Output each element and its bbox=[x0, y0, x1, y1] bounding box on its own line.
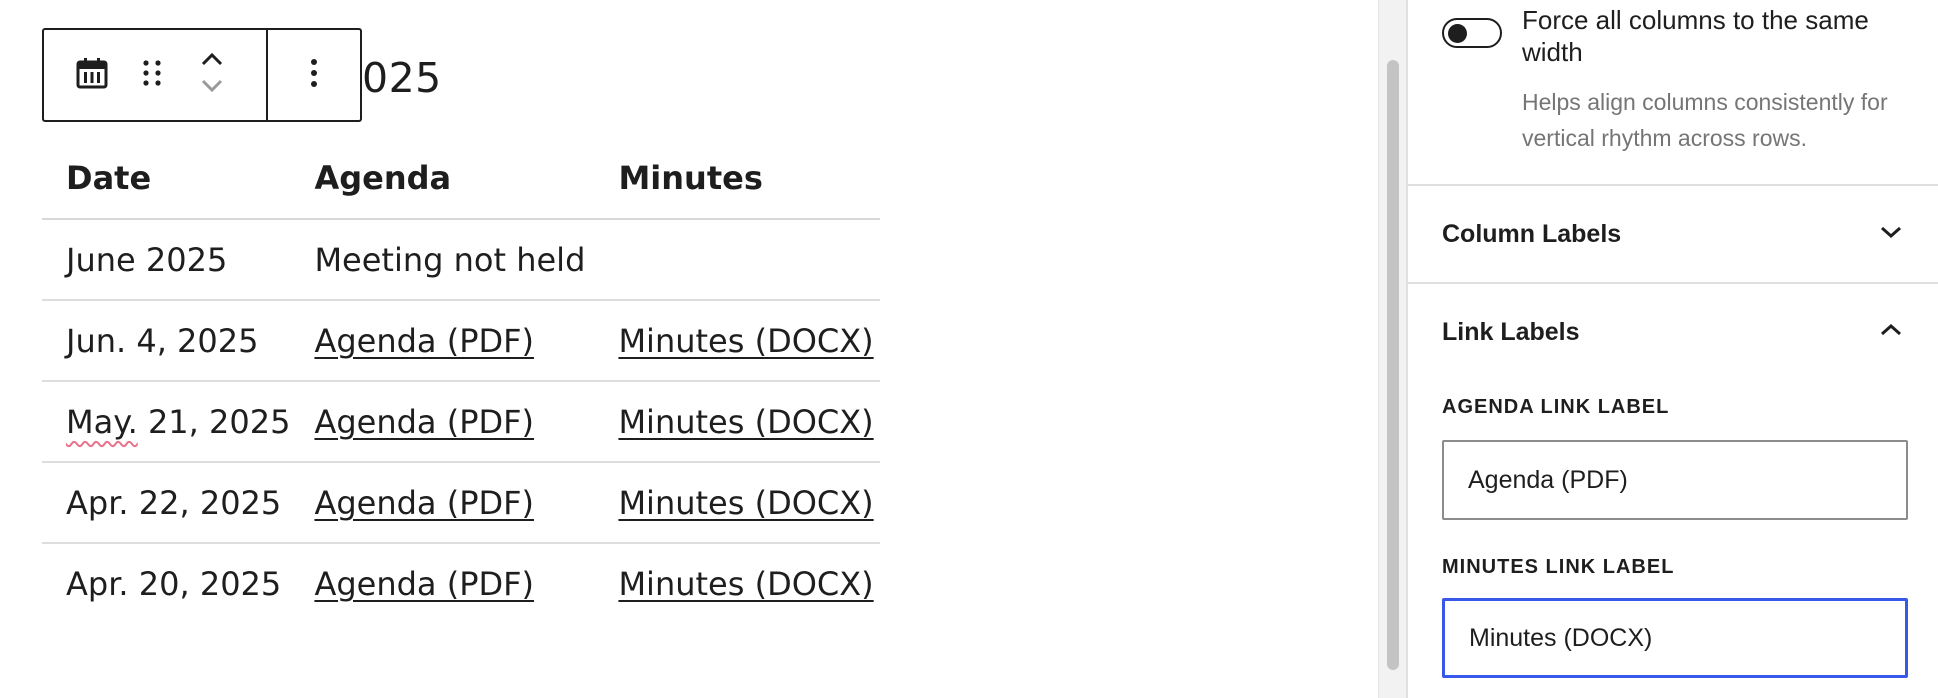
agenda-link[interactable]: Agenda (PDF) bbox=[314, 403, 534, 441]
move-up-icon[interactable] bbox=[198, 48, 226, 75]
table-header-row: Date Agenda Minutes bbox=[42, 138, 880, 220]
cell-date[interactable]: June 2025 bbox=[42, 219, 291, 301]
cell-agenda[interactable]: Meeting not held bbox=[290, 219, 595, 301]
agenda-link[interactable]: Agenda (PDF) bbox=[314, 484, 534, 522]
date-text: 21, 2025 bbox=[137, 402, 291, 441]
cell-minutes[interactable] bbox=[594, 219, 880, 301]
cell-minutes: Minutes (DOCX) bbox=[594, 462, 880, 544]
panel-title: Column Labels bbox=[1442, 219, 1622, 248]
cell-date[interactable]: Apr. 20, 2025 bbox=[42, 543, 290, 623]
drag-handle-button[interactable] bbox=[122, 30, 182, 120]
panel-link-labels[interactable]: Link Labels bbox=[1408, 282, 1938, 380]
agenda-link[interactable]: Agenda (PDF) bbox=[314, 565, 534, 603]
block-mover bbox=[182, 30, 242, 120]
more-options-button[interactable] bbox=[284, 30, 344, 120]
cell-date[interactable]: Apr. 22, 2025 bbox=[42, 462, 291, 544]
table-row: June 2025 Meeting not held bbox=[42, 219, 880, 301]
panel-column-labels[interactable]: Column Labels bbox=[1408, 184, 1938, 282]
cell-date[interactable]: Jun. 4, 2025 bbox=[42, 300, 291, 382]
minutes-label-caption: Minutes Link Label bbox=[1442, 556, 1675, 578]
calendar-icon bbox=[74, 55, 110, 96]
chevron-down-icon bbox=[1878, 224, 1904, 245]
toolbar-group-primary bbox=[44, 30, 268, 120]
minutes-link[interactable]: Minutes (DOCX) bbox=[618, 322, 873, 360]
cell-minutes: Minutes (DOCX) bbox=[594, 381, 880, 463]
header-minutes: Minutes bbox=[594, 138, 880, 220]
table-row: Apr. 22, 2025 Agenda (PDF) Minutes (DOCX… bbox=[42, 462, 880, 544]
table-row: May. 21, 2025 Agenda (PDF) Minutes (DOCX… bbox=[42, 381, 880, 463]
cell-minutes: Minutes (DOCX) bbox=[594, 300, 880, 382]
block-heading[interactable]: 025 bbox=[362, 54, 442, 102]
panel-title: Link Labels bbox=[1442, 317, 1580, 346]
toolbar-group-options bbox=[268, 30, 360, 120]
block-toolbar bbox=[42, 28, 362, 122]
table-row: Jun. 4, 2025 Agenda (PDF) Minutes (DOCX) bbox=[42, 300, 880, 382]
minutes-link[interactable]: Minutes (DOCX) bbox=[618, 403, 873, 441]
force-width-label[interactable]: Force all columns to the same width bbox=[1522, 4, 1922, 68]
meetings-table: Date Agenda Minutes June 2025 Meeting no… bbox=[42, 138, 880, 623]
agenda-link[interactable]: Agenda (PDF) bbox=[314, 322, 534, 360]
cell-agenda: Agenda (PDF) bbox=[290, 462, 595, 544]
drag-handle-icon bbox=[140, 55, 164, 96]
editor-canvas: 025 Date Agenda Minutes June 2025 Meetin… bbox=[0, 0, 1378, 698]
minutes-label-input[interactable] bbox=[1442, 598, 1908, 678]
toggle-knob bbox=[1448, 24, 1467, 43]
agenda-label-caption: Agenda Link Label bbox=[1442, 396, 1670, 418]
table-row: Apr. 20, 2025 Agenda (PDF) Minutes (DOCX… bbox=[42, 543, 880, 623]
header-agenda: Agenda bbox=[290, 138, 595, 220]
cell-agenda: Agenda (PDF) bbox=[290, 300, 595, 382]
cell-date[interactable]: May. 21, 2025 bbox=[42, 381, 291, 463]
force-width-help: Helps align columns consistently for ver… bbox=[1522, 89, 1888, 151]
spellcheck-word: May. bbox=[66, 402, 138, 441]
header-date: Date bbox=[42, 138, 291, 220]
settings-sidebar: Force all columns to the same width Help… bbox=[1406, 0, 1938, 698]
more-options-icon bbox=[309, 55, 319, 96]
move-down-icon[interactable] bbox=[198, 75, 226, 102]
cell-agenda: Agenda (PDF) bbox=[290, 381, 595, 463]
minutes-link[interactable]: Minutes (DOCX) bbox=[618, 565, 873, 603]
force-width-toggle[interactable] bbox=[1442, 18, 1502, 48]
block-type-button[interactable] bbox=[62, 30, 122, 120]
cell-agenda: Agenda (PDF) bbox=[290, 543, 594, 623]
agenda-label-input[interactable] bbox=[1442, 440, 1908, 520]
chevron-up-icon bbox=[1878, 322, 1904, 343]
cell-minutes: Minutes (DOCX) bbox=[594, 543, 880, 623]
editor-scrollbar-thumb[interactable] bbox=[1387, 60, 1399, 670]
minutes-link[interactable]: Minutes (DOCX) bbox=[618, 484, 873, 522]
